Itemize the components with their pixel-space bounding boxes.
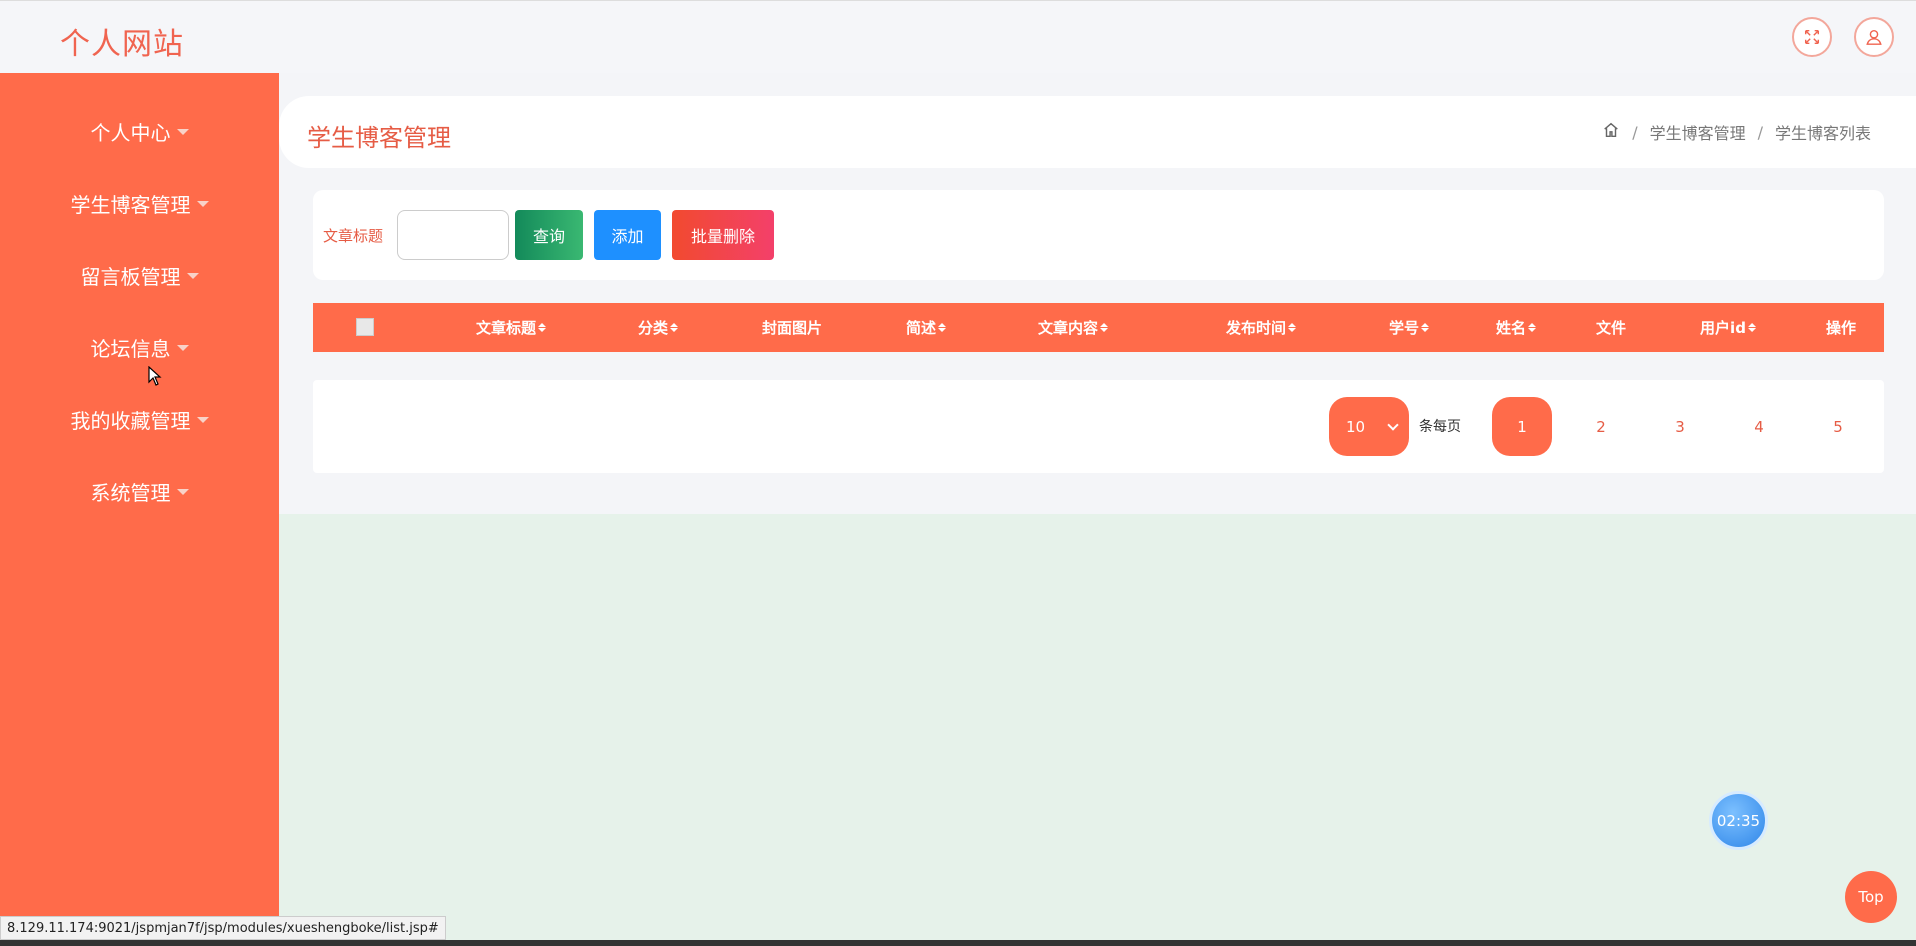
taskbar-strip	[0, 940, 1916, 946]
back-to-top-button[interactable]: Top	[1845, 871, 1897, 923]
user-menu-button[interactable]	[1854, 17, 1894, 57]
sort-icon	[538, 323, 547, 332]
sidebar-item-favorites[interactable]: 我的收藏管理	[0, 399, 279, 439]
page-button-1[interactable]: 1	[1492, 397, 1552, 456]
browser-status-url: 8.129.11.174:9021/jspmjan7f/jsp/modules/…	[0, 916, 446, 940]
page-button-4[interactable]: 4	[1729, 397, 1789, 456]
page-button-5[interactable]: 5	[1808, 397, 1868, 456]
sidebar-item-label: 我的收藏管理	[70, 408, 191, 433]
expand-icon	[1804, 29, 1820, 45]
column-header-actions: 操作	[1825, 319, 1857, 337]
page-header: 学生博客管理 / 学生博客管理 / 学生博客列表	[279, 96, 1916, 168]
breadcrumb: / 学生博客管理 / 学生博客列表	[1602, 120, 1871, 144]
column-header-content[interactable]: 文章内容	[1038, 303, 1109, 352]
table-header: 文章标题 分类 封面图片 简述 文章内容 发布时间 学号 姓名 文件 用户id …	[313, 303, 1884, 352]
query-button[interactable]: 查询	[515, 210, 583, 260]
sort-icon	[1747, 323, 1756, 332]
article-title-input[interactable]	[397, 210, 509, 260]
batch-delete-button[interactable]: 批量删除	[672, 210, 774, 260]
breadcrumb-separator: /	[1632, 122, 1638, 142]
site-brand[interactable]: 个人网站	[60, 19, 184, 63]
column-header-cover-image: 封面图片	[761, 319, 823, 337]
column-header-publish-time[interactable]: 发布时间	[1226, 303, 1297, 352]
sidebar: 个人中心 学生博客管理 留言板管理 论坛信息 我的收藏管理 系统管理	[0, 73, 279, 946]
user-icon	[1866, 29, 1882, 45]
sidebar-item-personal-center[interactable]: 个人中心	[0, 111, 279, 151]
column-header-file: 文件	[1595, 319, 1627, 337]
sidebar-item-student-blog[interactable]: 学生博客管理	[0, 183, 279, 223]
sort-icon	[1421, 323, 1430, 332]
column-header-student-id[interactable]: 学号	[1389, 303, 1430, 352]
select-all-checkbox[interactable]	[356, 318, 374, 336]
clock-widget: 02:35	[1709, 791, 1768, 850]
sort-icon	[670, 323, 679, 332]
column-header-category[interactable]: 分类	[638, 303, 679, 352]
breadcrumb-separator: /	[1757, 122, 1763, 142]
per-page-label: 条每页	[1419, 419, 1461, 435]
caret-down-icon	[196, 201, 209, 207]
column-header-title[interactable]: 文章标题	[476, 303, 547, 352]
caret-down-icon	[176, 129, 189, 135]
sidebar-item-label: 系统管理	[90, 480, 171, 505]
page-button-3[interactable]: 3	[1650, 397, 1710, 456]
search-label: 文章标题	[323, 227, 384, 245]
add-button[interactable]: 添加	[594, 210, 661, 260]
sort-icon	[938, 323, 947, 332]
sidebar-item-label: 论坛信息	[90, 336, 171, 361]
column-header-name[interactable]: 姓名	[1496, 303, 1537, 352]
pagination: 10 条每页 1 2 3 4 5	[313, 380, 1884, 473]
caret-down-icon	[196, 417, 209, 423]
top-header: 个人网站	[0, 0, 1916, 73]
caret-down-icon	[186, 273, 199, 279]
breadcrumb-item[interactable]: 学生博客管理	[1650, 120, 1746, 144]
page-button-2[interactable]: 2	[1571, 397, 1631, 456]
sidebar-item-forum[interactable]: 论坛信息	[0, 327, 279, 367]
caret-down-icon	[176, 345, 189, 351]
caret-down-icon	[176, 489, 189, 495]
fullscreen-button[interactable]	[1792, 17, 1832, 57]
column-header-summary[interactable]: 简述	[906, 303, 947, 352]
page-size-select[interactable]: 10	[1329, 397, 1409, 456]
breadcrumb-item: 学生博客列表	[1774, 124, 1871, 143]
search-panel: 文章标题 查询 添加 批量删除	[313, 190, 1884, 280]
home-icon[interactable]	[1602, 121, 1620, 143]
column-header-user-id[interactable]: 用户id	[1700, 303, 1756, 352]
sidebar-item-label: 个人中心	[90, 120, 171, 145]
sort-icon	[1288, 323, 1297, 332]
sidebar-item-system[interactable]: 系统管理	[0, 471, 279, 511]
chevron-down-icon	[1387, 419, 1399, 431]
sort-icon	[1100, 323, 1109, 332]
page-title: 学生博客管理	[307, 124, 451, 152]
mouse-cursor-icon	[148, 366, 162, 386]
sidebar-item-label: 学生博客管理	[70, 192, 191, 217]
sort-icon	[1528, 323, 1537, 332]
sidebar-item-label: 留言板管理	[80, 264, 181, 289]
sidebar-item-message-board[interactable]: 留言板管理	[0, 255, 279, 295]
